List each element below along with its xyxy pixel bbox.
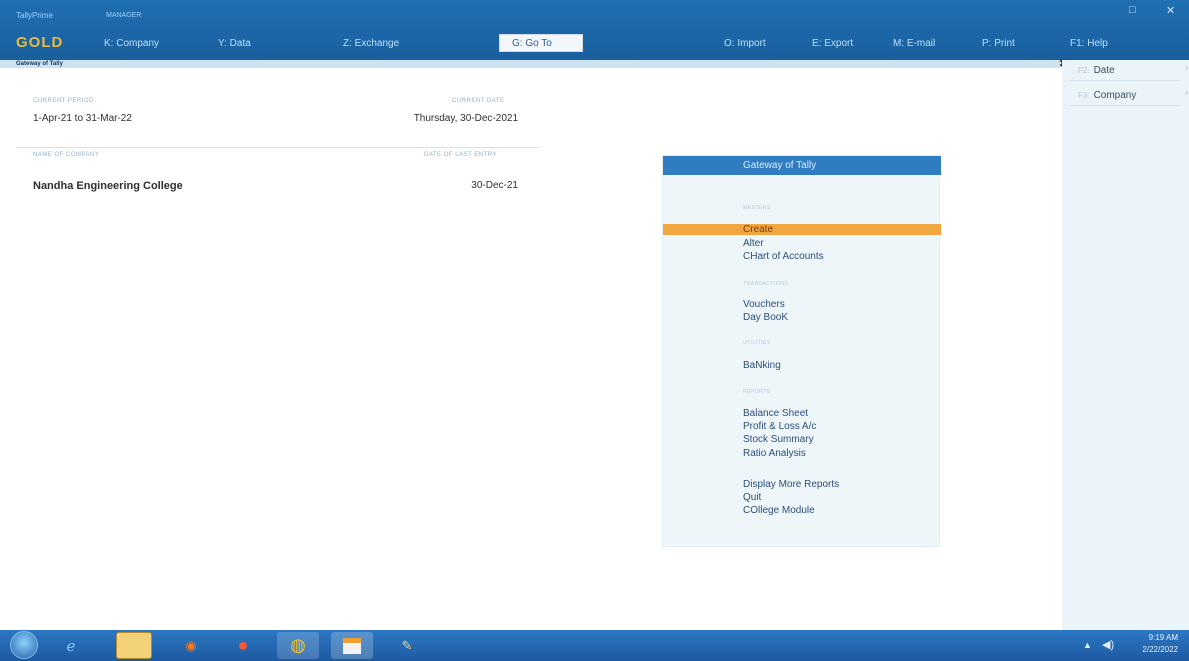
company-key: F3: (1078, 91, 1090, 100)
menu-item-balance-sheet[interactable]: Balance Sheet (743, 408, 808, 419)
section-transactions: TRANSACTIONS (743, 281, 789, 287)
start-button[interactable] (10, 631, 38, 659)
internet-explorer-icon[interactable]: ℯ (50, 632, 92, 659)
menu-item-college-module[interactable]: COllege Module (743, 505, 815, 516)
firefox-icon[interactable]: ● (222, 632, 264, 659)
current-date-label: CURRENT DATE (452, 98, 505, 104)
edition-label: GOLD (16, 34, 64, 51)
tally-window: TallyPrime MANAGER GOLD K: Company Y: Da… (0, 0, 1189, 661)
screen-title: Gateway of Tally (16, 61, 63, 67)
menu-item-alter[interactable]: Alter (743, 238, 764, 249)
menu-export[interactable]: E: Export (812, 38, 853, 49)
current-period-label: CURRENT PERIOD (33, 98, 94, 104)
button-bar: F2: Date › F3: Company › (1062, 60, 1189, 630)
last-entry-label: DATE OF LAST ENTRY (424, 152, 498, 158)
company-button-label: Company (1093, 90, 1137, 101)
chrome-icon[interactable]: ◍ (277, 632, 319, 659)
menu-item-vouchers[interactable]: Vouchers (743, 299, 785, 310)
paint-icon[interactable]: ✎ (386, 632, 428, 659)
license-line: MANAGER (106, 12, 142, 19)
company-name-value[interactable]: Nandha Engineering College (33, 180, 183, 192)
section-utilities: UTILITIES (743, 340, 771, 346)
menu-help[interactable]: F1: Help (1070, 38, 1108, 49)
menu-item-day-book[interactable]: Day BooK (743, 312, 788, 323)
menu-item-create[interactable]: Create (743, 224, 773, 235)
media-player-icon[interactable]: ◉ (170, 632, 212, 659)
gateway-title: Gateway of Tally (743, 160, 817, 171)
chevron-right-icon: › (1185, 63, 1188, 72)
menu-exchange[interactable]: Z: Exchange (343, 38, 399, 49)
screen-title-bar (0, 60, 1060, 68)
window-close-icon[interactable]: ✕ (1166, 4, 1175, 17)
selection-highlight (663, 224, 941, 235)
gateway-header: Gateway of Tally (663, 156, 941, 175)
windows-taskbar: ℯ ◉ ● ◍ ✎ (0, 630, 1189, 661)
chevron-right-icon: › (1185, 88, 1188, 97)
menu-data[interactable]: Y: Data (218, 38, 251, 49)
date-button-label: Date (1093, 65, 1115, 76)
current-period-value: 1-Apr-21 to 31-Mar-22 (33, 113, 132, 124)
gateway-menu-panel: Gateway of Tally MASTERS Create Alter CH… (662, 155, 941, 547)
menu-item-display-more-reports[interactable]: Display More Reports (743, 479, 839, 490)
menu-import[interactable]: O: Import (724, 38, 766, 49)
show-hidden-icons-icon[interactable]: ▲ (1083, 640, 1092, 650)
current-date-value[interactable]: Thursday, 30-Dec-2021 (400, 113, 518, 124)
menu-item-profit-loss[interactable]: Profit & Loss A/c (743, 421, 816, 432)
menu-goto[interactable]: G: Go To (499, 34, 583, 52)
file-explorer-icon[interactable] (116, 632, 152, 659)
sidebar-company-button[interactable]: F3: Company › (1070, 86, 1188, 106)
menu-print[interactable]: P: Print (982, 38, 1015, 49)
product-name: TallyPrime (16, 11, 53, 20)
date-key: F2: (1078, 66, 1090, 75)
menu-company[interactable]: K: Company (104, 38, 159, 49)
section-reports: REPORTS (743, 389, 771, 395)
company-name-label: NAME OF COMPANY (33, 152, 100, 158)
clock-time[interactable]: 9:19 AM (1128, 633, 1178, 642)
section-masters: MASTERS (743, 205, 771, 211)
last-entry-value: 30-Dec-21 (471, 180, 518, 191)
menu-item-banking[interactable]: BaNking (743, 360, 781, 371)
top-menu-bar: TallyPrime MANAGER GOLD K: Company Y: Da… (0, 0, 1189, 60)
clock-date[interactable]: 2/22/2022 (1128, 645, 1178, 654)
info-divider (16, 147, 539, 148)
menu-item-stock-summary[interactable]: Stock Summary (743, 434, 814, 445)
volume-icon[interactable]: ◀) (1102, 638, 1114, 651)
app-window-icon[interactable] (331, 632, 373, 659)
menu-item-quit[interactable]: Quit (743, 492, 761, 503)
menu-item-chart-of-accounts[interactable]: CHart of Accounts (743, 251, 824, 262)
sidebar-date-button[interactable]: F2: Date › (1070, 61, 1188, 81)
menu-email[interactable]: M: E-mail (893, 38, 935, 49)
menu-item-ratio-analysis[interactable]: Ratio Analysis (743, 448, 806, 459)
restore-icon[interactable]: □ (1129, 4, 1136, 16)
